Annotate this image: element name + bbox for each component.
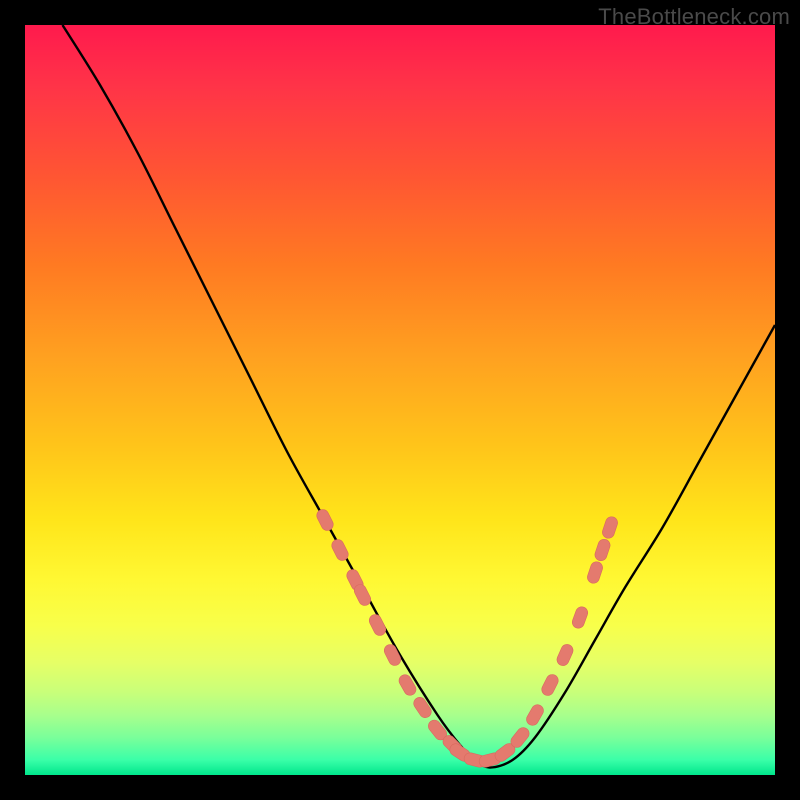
curve-marker [315,507,336,532]
curve-marker [397,672,418,697]
curve-marker [540,672,561,697]
curve-marker [367,612,388,637]
curve-marker [601,515,619,540]
chart-frame: TheBottleneck.com [0,0,800,800]
curve-svg [25,25,775,775]
curve-marker [586,560,604,585]
curve-marker [555,643,575,668]
curve-markers [315,507,619,768]
watermark-text: TheBottleneck.com [598,4,790,30]
plot-area [25,25,775,775]
curve-marker [524,702,545,727]
bottleneck-curve-path [63,25,776,768]
curve-marker [411,695,433,720]
curve-marker [593,538,611,563]
curve-marker [571,605,590,630]
